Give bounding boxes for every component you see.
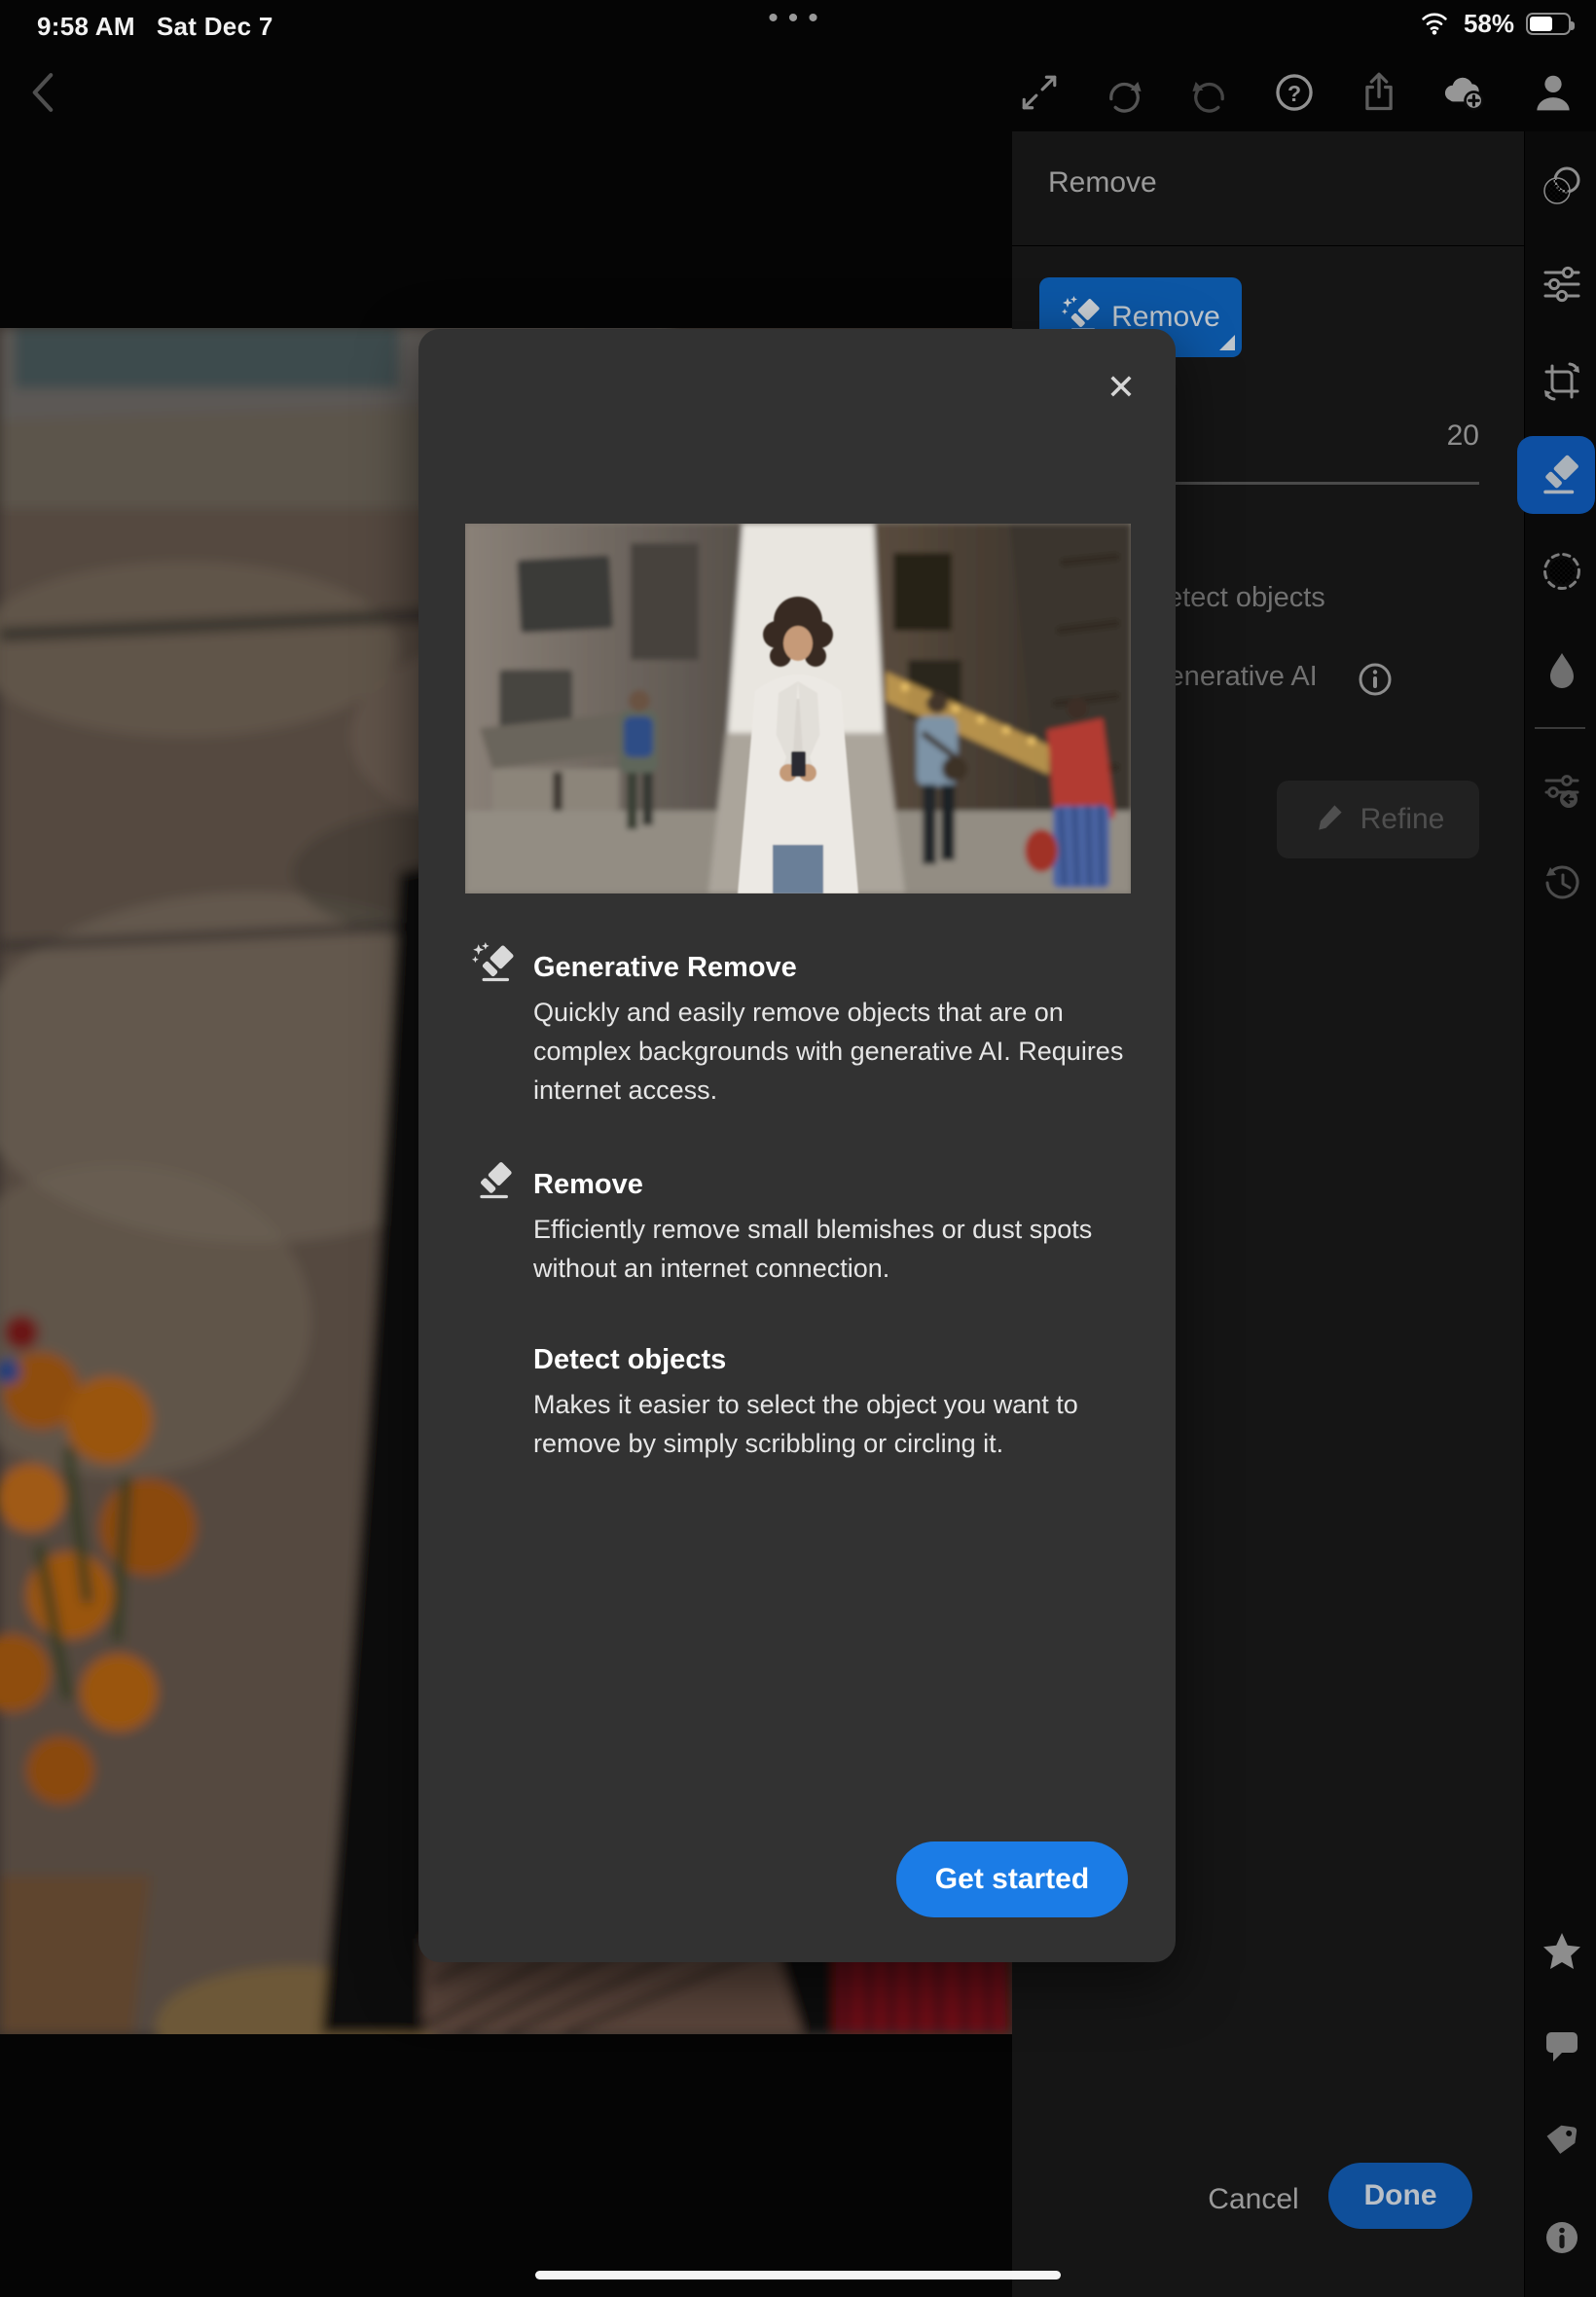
panel-title: Remove: [1048, 166, 1157, 200]
refine-button[interactable]: Refine: [1277, 781, 1479, 858]
top-toolbar: ?: [0, 52, 1596, 131]
hero-image: [465, 524, 1131, 893]
wifi-icon: [1417, 8, 1452, 40]
done-button[interactable]: Done: [1328, 2163, 1472, 2229]
history-icon[interactable]: [1541, 861, 1579, 900]
pencil-icon: [1312, 800, 1347, 840]
section-heading: Generative Remove: [533, 952, 797, 984]
info-icon[interactable]: [1541, 2216, 1579, 2255]
rail-divider: [1535, 727, 1585, 729]
status-date: Sat Dec 7: [157, 12, 273, 41]
size-value: 20: [1447, 419, 1479, 453]
comment-icon[interactable]: [1541, 2024, 1579, 2063]
cloud-add-icon[interactable]: [1440, 69, 1487, 116]
clock-date: 9:58 AM Sat Dec 7: [37, 12, 273, 42]
eraser-icon: [471, 1159, 514, 1202]
fullscreen-icon[interactable]: [1016, 69, 1063, 116]
multitask-handle[interactable]: •••: [720, 2, 876, 35]
tag-icon[interactable]: [1541, 2120, 1579, 2159]
back-chevron-icon[interactable]: [19, 69, 66, 116]
paste-settings-icon[interactable]: [1541, 769, 1579, 808]
adjust-sliders-icon[interactable]: [1541, 263, 1579, 302]
status-bar: 9:58 AM Sat Dec 7 ••• 58%: [0, 0, 1596, 52]
refine-label: Refine: [1360, 803, 1445, 836]
heal-droplet-icon[interactable]: [1541, 649, 1579, 688]
status-indicators: 58%: [1417, 8, 1571, 40]
panel-divider: [1012, 245, 1524, 246]
close-icon[interactable]: ✕: [1100, 366, 1143, 409]
dropdown-corner-icon: [1219, 335, 1235, 350]
svg-text:?: ?: [1288, 81, 1301, 106]
select-subject-icon[interactable]: [1541, 550, 1579, 589]
share-icon[interactable]: [1356, 69, 1402, 116]
generative-ai-info-icon[interactable]: [1358, 662, 1393, 697]
sparkle-eraser-icon: [471, 942, 514, 985]
masking-icon[interactable]: [1541, 165, 1579, 204]
tool-rail: [1524, 131, 1596, 2297]
section-heading: Detect objects: [533, 1344, 726, 1376]
battery-percent: 58%: [1464, 9, 1514, 39]
help-icon[interactable]: ?: [1271, 69, 1318, 116]
status-time: 9:58 AM: [37, 12, 135, 41]
remove-tool-active[interactable]: [1517, 436, 1595, 514]
section-heading: Remove: [533, 1169, 643, 1201]
section-body: Quickly and easily remove objects that a…: [533, 993, 1129, 1110]
home-indicator[interactable]: [535, 2271, 1061, 2279]
crop-rotate-icon[interactable]: [1541, 360, 1579, 399]
undo-icon[interactable]: [1186, 69, 1233, 116]
generative-remove-modal: ✕ Generative Remove: [418, 329, 1176, 1962]
account-icon[interactable]: [1530, 69, 1577, 116]
battery-icon: [1526, 13, 1571, 35]
star-rating-icon[interactable]: [1541, 1930, 1579, 1969]
section-body: Makes it easier to select the object you…: [533, 1385, 1129, 1463]
redo-icon[interactable]: [1101, 69, 1147, 116]
get-started-button[interactable]: Get started: [896, 1841, 1128, 1917]
cancel-button[interactable]: Cancel: [1185, 2183, 1322, 2216]
section-body: Efficiently remove small blemishes or du…: [533, 1210, 1129, 1288]
